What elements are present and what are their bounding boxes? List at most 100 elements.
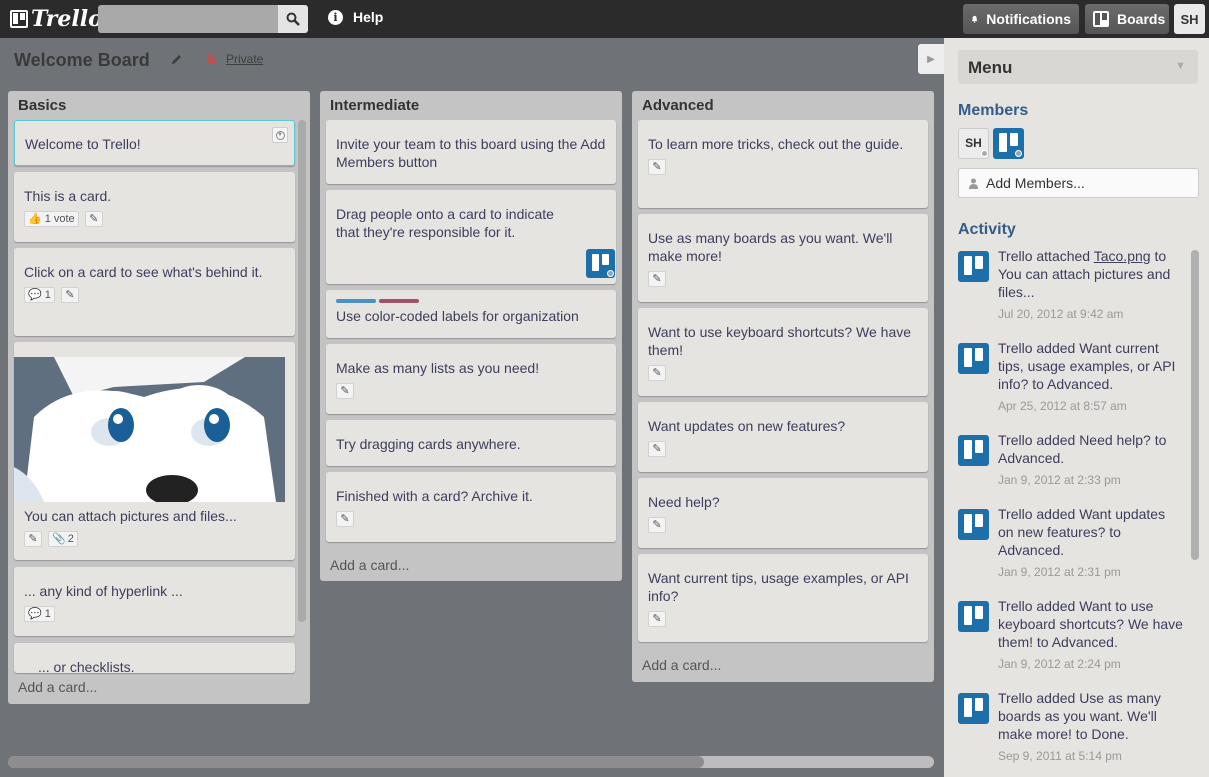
- activity-pre: Trello attached: [998, 248, 1094, 264]
- card[interactable]: Use as many boards as you want. We'll ma…: [638, 214, 928, 302]
- comment-icon: 💬: [28, 608, 42, 620]
- trello-avatar[interactable]: [958, 601, 989, 632]
- card[interactable]: To learn more tricks, check out the guid…: [638, 120, 928, 208]
- list-title: Advanced: [642, 97, 714, 114]
- card[interactable]: ... or checklists.: [14, 643, 295, 673]
- add-card-link[interactable]: Add a card...: [642, 657, 721, 673]
- card-title: This is a card.: [24, 188, 112, 204]
- trello-avatar[interactable]: [958, 251, 989, 282]
- card-title: Use color-coded labels for organization: [336, 308, 579, 324]
- activity-date: Jan 9, 2012 at 2:31 pm: [998, 565, 1121, 579]
- paperclip-icon: 📎: [52, 533, 66, 545]
- trello-avatar[interactable]: [958, 693, 989, 724]
- visibility-link[interactable]: Private: [226, 52, 263, 66]
- horizontal-scrollbar-thumb[interactable]: [8, 756, 704, 768]
- notifications-button[interactable]: Notifications: [963, 4, 1079, 34]
- vote-count: 1 vote: [44, 213, 75, 225]
- card[interactable]: Finished with a card? Archive it. ✎: [326, 472, 616, 542]
- card-title: Drag people onto a card to indicate that…: [336, 206, 554, 240]
- card[interactable]: Make as many lists as you need! ✎: [326, 344, 616, 414]
- boards-button[interactable]: Boards: [1085, 4, 1169, 34]
- card[interactable]: Use color-coded labels for organization: [326, 290, 616, 338]
- members-heading: Members: [958, 102, 1029, 119]
- comment-badge: 💬 1: [24, 606, 55, 622]
- pencil-icon: ✎: [60, 287, 79, 303]
- boards-label: Boards: [1117, 11, 1166, 27]
- trello-avatar[interactable]: [958, 509, 989, 540]
- card-title: Make as many lists as you need!: [336, 360, 540, 376]
- activity-text: Trello added Want updates on new feature…: [998, 505, 1183, 581]
- member-initials: SH: [965, 136, 982, 150]
- label-blue: [336, 299, 376, 303]
- info-icon: i: [328, 9, 343, 25]
- card-cover-image: [14, 357, 285, 502]
- card-title: Invite your team to this board using the…: [336, 136, 606, 170]
- card-title: Want updates on new features?: [648, 418, 846, 434]
- help-link[interactable]: i Help: [328, 9, 383, 25]
- card-menu-icon[interactable]: ▼: [272, 127, 288, 143]
- comment-icon: 💬: [28, 289, 42, 301]
- card[interactable]: Drag people onto a card to indicate that…: [326, 190, 616, 284]
- activity-date: Jan 9, 2012 at 2:24 pm: [998, 657, 1121, 671]
- card[interactable]: Want to use keyboard shortcuts? We have …: [638, 308, 928, 396]
- trello-avatar[interactable]: [958, 343, 989, 374]
- menu-title: Menu: [968, 58, 1013, 77]
- attachment-count: 2: [67, 533, 74, 545]
- pencil-icon: ✎: [84, 211, 103, 227]
- triangle-right-icon: ▶: [927, 53, 935, 65]
- activity-pre: Trello added Want updates on new feature…: [998, 506, 1166, 558]
- card-title: Click on a card to see what's behind it.: [24, 264, 263, 280]
- card[interactable]: Want current tips, usage examples, or AP…: [638, 554, 928, 642]
- card[interactable]: Need help? ✎: [638, 478, 928, 548]
- activity-heading: Activity: [958, 221, 1016, 238]
- search-icon: [286, 12, 300, 26]
- chevron-down-icon[interactable]: ▼: [1175, 60, 1186, 72]
- board-title[interactable]: Welcome Board: [14, 50, 150, 71]
- collapse-sidebar-button[interactable]: ▶: [918, 44, 944, 74]
- status-dot-icon: [607, 270, 614, 277]
- list-title: Basics: [18, 97, 67, 114]
- card-title: ... any kind of hyperlink ...: [24, 583, 183, 599]
- add-members-button[interactable]: Add Members...: [958, 168, 1199, 198]
- husky-illustration: [14, 357, 285, 502]
- comment-count: 1: [44, 608, 51, 620]
- trello-logo[interactable]: Trello: [10, 6, 103, 32]
- comment-count: 1: [44, 289, 51, 301]
- add-card-link[interactable]: Add a card...: [330, 557, 409, 573]
- card-title: Welcome to Trello!: [25, 136, 141, 152]
- logo-text: Trello: [31, 6, 103, 32]
- activity-date: Apr 25, 2012 at 8:57 am: [998, 399, 1127, 413]
- activity-text: Trello added Want to use keyboard shortc…: [998, 597, 1183, 673]
- search-button[interactable]: [278, 5, 308, 33]
- activity-text: Trello attached Taco.png to You can atta…: [998, 247, 1183, 323]
- card-title: To learn more tricks, check out the guid…: [648, 136, 904, 152]
- activity-pre: Trello added Want to use keyboard shortc…: [998, 598, 1183, 650]
- activity-pre: Trello added Want current tips, usage ex…: [998, 340, 1176, 392]
- card[interactable]: ... any kind of hyperlink ... 💬 1: [14, 567, 295, 636]
- card[interactable]: Try dragging cards anywhere.: [326, 420, 616, 466]
- notifications-label: Notifications: [986, 11, 1071, 27]
- pencil-icon: ✎: [648, 365, 666, 381]
- attachment-badge: 📎 2: [48, 531, 78, 547]
- vote-badge: 👍 1 vote: [24, 211, 79, 227]
- trello-avatar[interactable]: [958, 435, 989, 466]
- card-title: Finished with a card? Archive it.: [336, 488, 533, 504]
- label-red: [379, 299, 419, 303]
- sidebar-scrollbar[interactable]: [1191, 250, 1199, 560]
- list-scrollbar[interactable]: [298, 120, 306, 622]
- card[interactable]: This is a card. 👍 1 vote ✎: [14, 172, 295, 242]
- card[interactable]: Click on a card to see what's behind it.…: [14, 248, 295, 336]
- edit-title-icon[interactable]: [170, 53, 183, 66]
- card[interactable]: Want updates on new features? ✎: [638, 402, 928, 472]
- thumbs-up-icon: 👍: [28, 213, 42, 225]
- card[interactable]: Welcome to Trello! ▼: [14, 120, 295, 166]
- add-card-link[interactable]: Add a card...: [18, 679, 97, 695]
- help-label: Help: [353, 9, 384, 25]
- user-initials: SH: [1180, 11, 1199, 27]
- user-avatar-button[interactable]: SH: [1174, 4, 1205, 34]
- card[interactable]: Invite your team to this board using the…: [326, 120, 616, 184]
- status-dot-icon: [1015, 150, 1022, 157]
- attachment-link[interactable]: Taco.png: [1094, 248, 1151, 264]
- search-input[interactable]: [98, 5, 278, 33]
- pencil-icon: ✎: [648, 159, 666, 175]
